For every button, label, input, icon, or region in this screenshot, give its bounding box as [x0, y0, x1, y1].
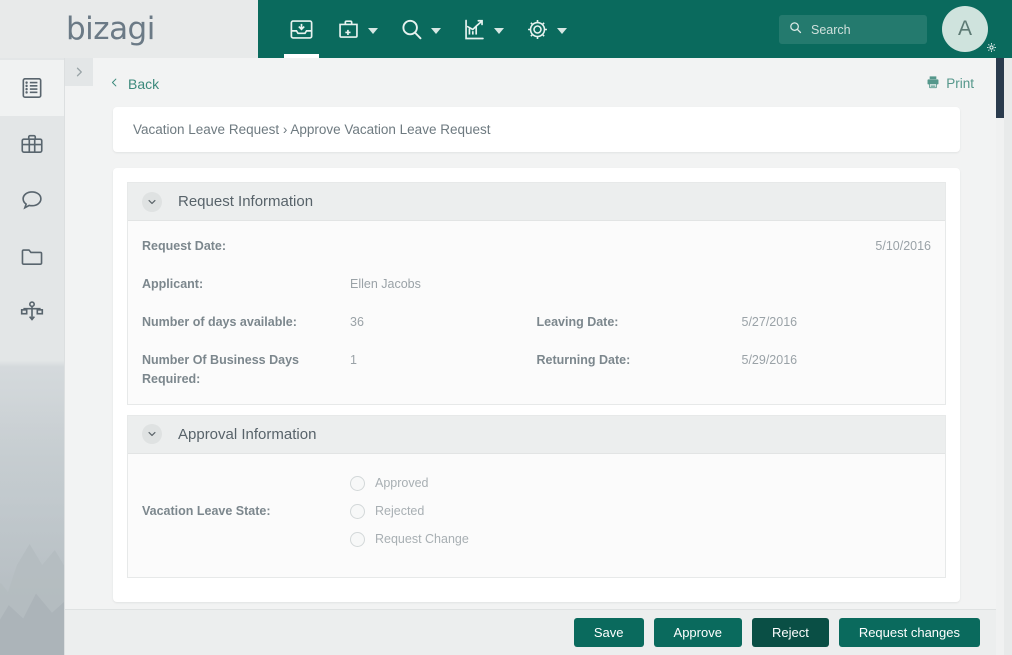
returning-date-label: Returning Date: — [536, 353, 631, 367]
applicant-value: Ellen Jacobs — [350, 277, 421, 291]
section-title: Approval Information — [178, 425, 317, 443]
section-request-information: Request Information Request Date: 5/10/2… — [127, 182, 946, 405]
chat-icon — [19, 187, 45, 213]
sidebar-item-cases[interactable] — [0, 116, 64, 172]
avatar[interactable]: A — [942, 6, 988, 52]
sidebar-item-processes[interactable] — [0, 284, 64, 340]
section-body-request-information: Request Date: 5/10/2016 Applicant: Ellen… — [128, 221, 945, 404]
breadcrumb: Vacation Leave Request › Approve Vacatio… — [113, 107, 960, 152]
nav-analytics-button[interactable] — [451, 0, 514, 58]
business-days-label: Number Of Business Days Required: — [142, 353, 299, 387]
section-header-approval-information[interactable]: Approval Information — [128, 415, 945, 454]
search-caret-icon[interactable] — [431, 28, 441, 34]
back-label: Back — [128, 75, 160, 92]
reject-button[interactable]: Reject — [751, 618, 829, 647]
vacation-leave-state-options: Approved Rejected Request Change — [350, 475, 469, 547]
footer-action-bar: Save Approve Reject Request changes — [65, 609, 996, 655]
request-date-value: 5/10/2016 — [875, 239, 931, 253]
leaving-date-value: 5/27/2016 — [741, 315, 798, 329]
section-approval-information: Approval Information Vacation Leave Stat… — [127, 414, 946, 578]
user-menu: A — [942, 6, 1000, 56]
top-nav-icons — [278, 0, 577, 58]
radio-label-request-change: Request Change — [375, 532, 469, 547]
analytics-caret-icon[interactable] — [494, 28, 504, 34]
leaving-date-label: Leaving Date: — [536, 315, 619, 329]
folder-icon — [19, 243, 45, 269]
sidebar-expand-toggle[interactable] — [65, 58, 93, 86]
new-case-caret-icon[interactable] — [368, 28, 378, 34]
analytics-icon — [461, 16, 488, 43]
global-search[interactable] — [779, 15, 927, 44]
radio-circle-icon[interactable] — [350, 503, 365, 519]
field-row-days-available: Number of days available: 36 Leaving Dat… — [128, 313, 945, 351]
application-window: bizagi Search A Back Print Vacation Leav… — [0, 0, 1012, 655]
chevron-left-icon — [109, 76, 128, 92]
top-nav: A — [258, 0, 1012, 58]
vacation-leave-state-label: Vacation Leave State: — [142, 504, 271, 519]
new-case-icon — [335, 16, 362, 43]
days-available-value: 36 — [350, 315, 364, 329]
printer-icon — [925, 74, 946, 93]
inbox-icon — [288, 16, 315, 43]
content-scroll-area: Back Print Vacation Leave Request › Appr… — [65, 58, 996, 609]
nav-settings-button[interactable] — [514, 0, 577, 58]
top-bar: bizagi Search A — [0, 0, 1012, 58]
field-row-applicant: Applicant: Ellen Jacobs — [128, 275, 945, 313]
field-row-request-date: Request Date: 5/10/2016 — [128, 237, 945, 275]
save-button[interactable]: Save — [573, 618, 644, 647]
search-nav-icon — [398, 16, 425, 43]
section-header-request-information[interactable]: Request Information — [128, 183, 945, 221]
vertical-scrollbar[interactable] — [996, 58, 1004, 655]
applicant-label: Applicant: — [142, 277, 204, 291]
business-days-value: 1 — [350, 353, 357, 367]
left-sidebar — [0, 0, 64, 655]
request-date-label: Request Date: — [142, 239, 227, 253]
radio-option-rejected[interactable]: Rejected — [350, 503, 469, 519]
content-panel: Back Print Vacation Leave Request › Appr… — [64, 58, 1004, 655]
section-title: Request Information — [178, 193, 314, 210]
returning-date-value: 5/29/2016 — [741, 353, 798, 367]
chevron-down-icon[interactable] — [142, 424, 162, 445]
radio-option-approved[interactable]: Approved — [350, 475, 469, 491]
radio-circle-icon[interactable] — [350, 531, 365, 547]
request-changes-button[interactable]: Request changes — [838, 618, 980, 647]
briefcase-icon — [19, 131, 45, 157]
scrollbar-thumb[interactable] — [996, 58, 1004, 118]
radio-label-approved: Approved — [375, 476, 429, 491]
list-icon — [19, 75, 45, 101]
sidebar-background-image — [0, 395, 64, 655]
approve-button[interactable]: Approve — [653, 618, 742, 647]
case-form: Request Information Request Date: 5/10/2… — [113, 168, 960, 602]
back-button[interactable]: Back — [109, 76, 159, 92]
search-input[interactable] — [811, 22, 918, 37]
nav-new-case-button[interactable] — [325, 0, 388, 58]
radio-option-request-change[interactable]: Request Change — [350, 531, 469, 547]
workflow-icon — [19, 299, 45, 325]
section-body-approval-information: Vacation Leave State: Approved Rejected — [128, 453, 945, 577]
field-row-vacation-leave-state: Vacation Leave State: Approved Rejected — [128, 475, 945, 547]
print-button[interactable]: Print — [925, 74, 974, 93]
sidebar-item-messages[interactable] — [0, 172, 64, 228]
radio-circle-icon[interactable] — [350, 475, 365, 491]
settings-icon — [524, 16, 551, 43]
chevron-down-icon[interactable] — [142, 191, 162, 212]
avatar-gear-icon[interactable] — [983, 39, 1000, 56]
brand-area: bizagi — [0, 0, 258, 58]
nav-search-button[interactable] — [388, 0, 451, 58]
action-row: Back Print — [65, 58, 996, 99]
settings-caret-icon[interactable] — [557, 28, 567, 34]
field-row-business-days: Number Of Business Days Required: 1 Retu… — [128, 351, 945, 390]
sidebar-item-documents[interactable] — [0, 228, 64, 284]
nav-inbox-button[interactable] — [278, 0, 325, 58]
days-available-label: Number of days available: — [142, 315, 297, 329]
search-icon — [788, 20, 803, 40]
radio-label-rejected: Rejected — [375, 504, 425, 519]
bizagi-logo: bizagi — [66, 11, 155, 47]
sidebar-item-inbox-list[interactable] — [0, 60, 64, 116]
print-label: Print — [946, 76, 974, 91]
